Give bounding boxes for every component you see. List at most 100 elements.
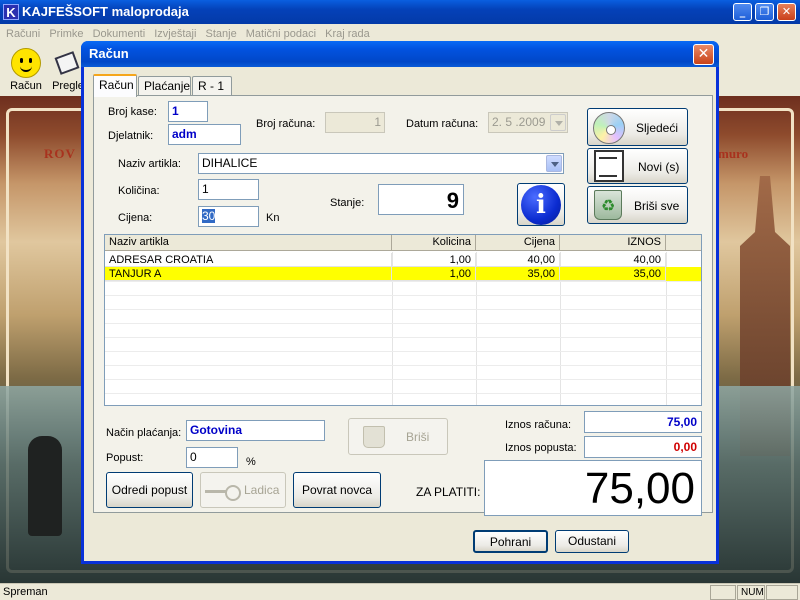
percent-label: % [246, 456, 256, 468]
za-platiti-label: ZA PLATITI: [416, 485, 481, 499]
pohrani-button[interactable]: Pohrani [473, 530, 548, 553]
restore-button[interactable]: ❐ [755, 3, 774, 21]
dialog-titlebar: Račun ✕ [81, 41, 719, 67]
kolicina-field[interactable]: 1 [198, 179, 259, 200]
kn-label: Kn [266, 212, 280, 224]
col-header-cijena[interactable]: Cijena [476, 235, 560, 251]
naziv-artikla-value: DIHALICE [202, 156, 258, 170]
status-pane-empty [710, 585, 736, 600]
brisi-button[interactable]: Briši [348, 418, 448, 455]
app-close-button[interactable]: ✕ [777, 3, 796, 21]
status-num-indicator: NUM [737, 585, 765, 600]
statusbar: Spreman NUM [0, 583, 800, 600]
background-text-left: ROV [44, 146, 76, 161]
brisi-sve-button[interactable]: Briši sve [587, 186, 688, 224]
toolbar-racun-button[interactable]: Račun [4, 48, 48, 92]
chevron-down-icon[interactable] [546, 155, 562, 172]
cell-iznos: 35,00 [560, 267, 666, 281]
table-row-selected[interactable]: TANJUR A 1,00 35,00 35,00 [105, 267, 701, 281]
col-header-kolicina[interactable]: Kolicina [392, 235, 476, 251]
odredi-popust-button[interactable]: Odredi popust [106, 472, 193, 508]
info-button[interactable]: i [517, 183, 565, 226]
datum-dropdown-icon [550, 114, 566, 131]
app-titlebar: K KAJFEŠSOFT maloprodaja _ ❐ ✕ [0, 0, 800, 24]
items-table[interactable]: Naziv artikla Kolicina Cijena IZNOS ADRE… [104, 234, 702, 406]
tab-r1[interactable]: R - 1 [192, 76, 232, 96]
menu-maticni-podaci[interactable]: Matični podaci [246, 28, 316, 40]
brisi-sve-label: Briši sve [634, 199, 680, 213]
brisi-label: Briši [406, 430, 430, 444]
nacin-placanja-field[interactable]: Gotovina [186, 420, 325, 441]
notepad-icon [594, 150, 624, 182]
col-header-iznos[interactable]: IZNOS [560, 235, 666, 251]
odustani-button[interactable]: Odustani [555, 530, 629, 553]
minimize-button[interactable]: _ [733, 3, 752, 21]
cijena-label: Cijena: [118, 212, 153, 224]
novi-button[interactable]: Novi (s) [587, 148, 688, 184]
stanje-display: 9 [378, 184, 464, 215]
smiley-icon [11, 48, 41, 78]
menu-kraj-rada[interactable]: Kraj rada [325, 28, 370, 40]
cell-iznos: 40,00 [560, 253, 666, 267]
djelatnik-field[interactable]: adm [168, 124, 241, 145]
iznos-racuna-display: 75,00 [584, 411, 702, 433]
toolbar-racun-label: Račun [10, 80, 42, 92]
djelatnik-label: Djelatnik: [108, 130, 154, 142]
table-row[interactable]: ADRESAR CROATIA 1,00 40,00 40,00 [105, 253, 701, 267]
cijena-field[interactable]: 30 [198, 206, 259, 227]
iznos-popusta-label: Iznos popusta: [505, 442, 577, 454]
tab-racun[interactable]: Račun [93, 74, 137, 97]
recycle-bin-icon [594, 190, 622, 220]
cell-cijena: 40,00 [476, 253, 560, 267]
menu-stanje[interactable]: Stanje [206, 28, 237, 40]
popust-label: Popust: [106, 452, 144, 464]
datum-racuna-field: 2. 5 .2009 [488, 112, 568, 133]
iznos-popusta-display: 0,00 [584, 436, 702, 458]
app-title: KAJFEŠSOFT maloprodaja [22, 4, 189, 19]
cijena-value: 30 [202, 209, 216, 223]
col-header-filler [666, 235, 701, 251]
ladica-label: Ladica [244, 483, 280, 497]
stanje-label: Stanje: [330, 197, 365, 209]
novi-label: Novi (s) [638, 160, 680, 174]
cell-kolicina: 1,00 [392, 253, 476, 267]
naziv-artikla-combo[interactable]: DIHALICE [198, 153, 564, 174]
iznos-racuna-label: Iznos računa: [505, 419, 572, 431]
dialog-close-button[interactable]: ✕ [693, 44, 714, 65]
broj-kase-field[interactable]: 1 [168, 101, 208, 122]
magnifier-icon [53, 48, 83, 78]
broj-racuna-label: Broj računa: [256, 118, 316, 130]
cell-naziv: ADRESAR CROATIA [105, 253, 392, 267]
menu-dokumenti[interactable]: Dokumenti [93, 28, 146, 40]
tab-placanje[interactable]: Plaćanje [138, 76, 191, 96]
trash-icon [363, 426, 385, 448]
menu-izvjestaji[interactable]: Izvještaji [154, 28, 196, 40]
dialog-title: Račun [89, 46, 129, 61]
cd-icon [593, 112, 625, 144]
sljedeci-button[interactable]: Sljedeći [587, 108, 688, 146]
toolbar-pregled-label: Pregle [52, 80, 84, 92]
cell-naziv: TANJUR A [105, 267, 392, 281]
status-pane-scrl [766, 585, 798, 600]
cell-kolicina: 1,00 [392, 267, 476, 281]
app-logo-icon: K [3, 4, 19, 20]
kolicina-label: Količina: [118, 185, 160, 197]
broj-racuna-field: 1 [325, 112, 385, 133]
status-message: Spreman [3, 586, 48, 598]
key-icon [205, 485, 241, 501]
datum-racuna-value: 2. 5 .2009 [492, 115, 546, 129]
nacin-placanja-label: Način plaćanja: [106, 427, 182, 439]
ladica-button[interactable]: Ladica [200, 472, 286, 508]
povrat-novca-button[interactable]: Povrat novca [293, 472, 381, 508]
col-header-naziv[interactable]: Naziv artikla [105, 235, 392, 251]
sljedeci-label: Sljedeći [636, 121, 679, 135]
za-platiti-display: 75,00 [484, 460, 702, 516]
cell-cijena: 35,00 [476, 267, 560, 281]
datum-racuna-label: Datum računa: [406, 118, 479, 130]
menu-primke[interactable]: Primke [49, 28, 83, 40]
info-icon: i [521, 185, 561, 225]
background-text-right: muro [718, 146, 749, 161]
naziv-artikla-label: Naziv artikla: [118, 158, 181, 170]
popust-field[interactable]: 0 [186, 447, 238, 468]
menu-racuni[interactable]: Računi [6, 28, 40, 40]
